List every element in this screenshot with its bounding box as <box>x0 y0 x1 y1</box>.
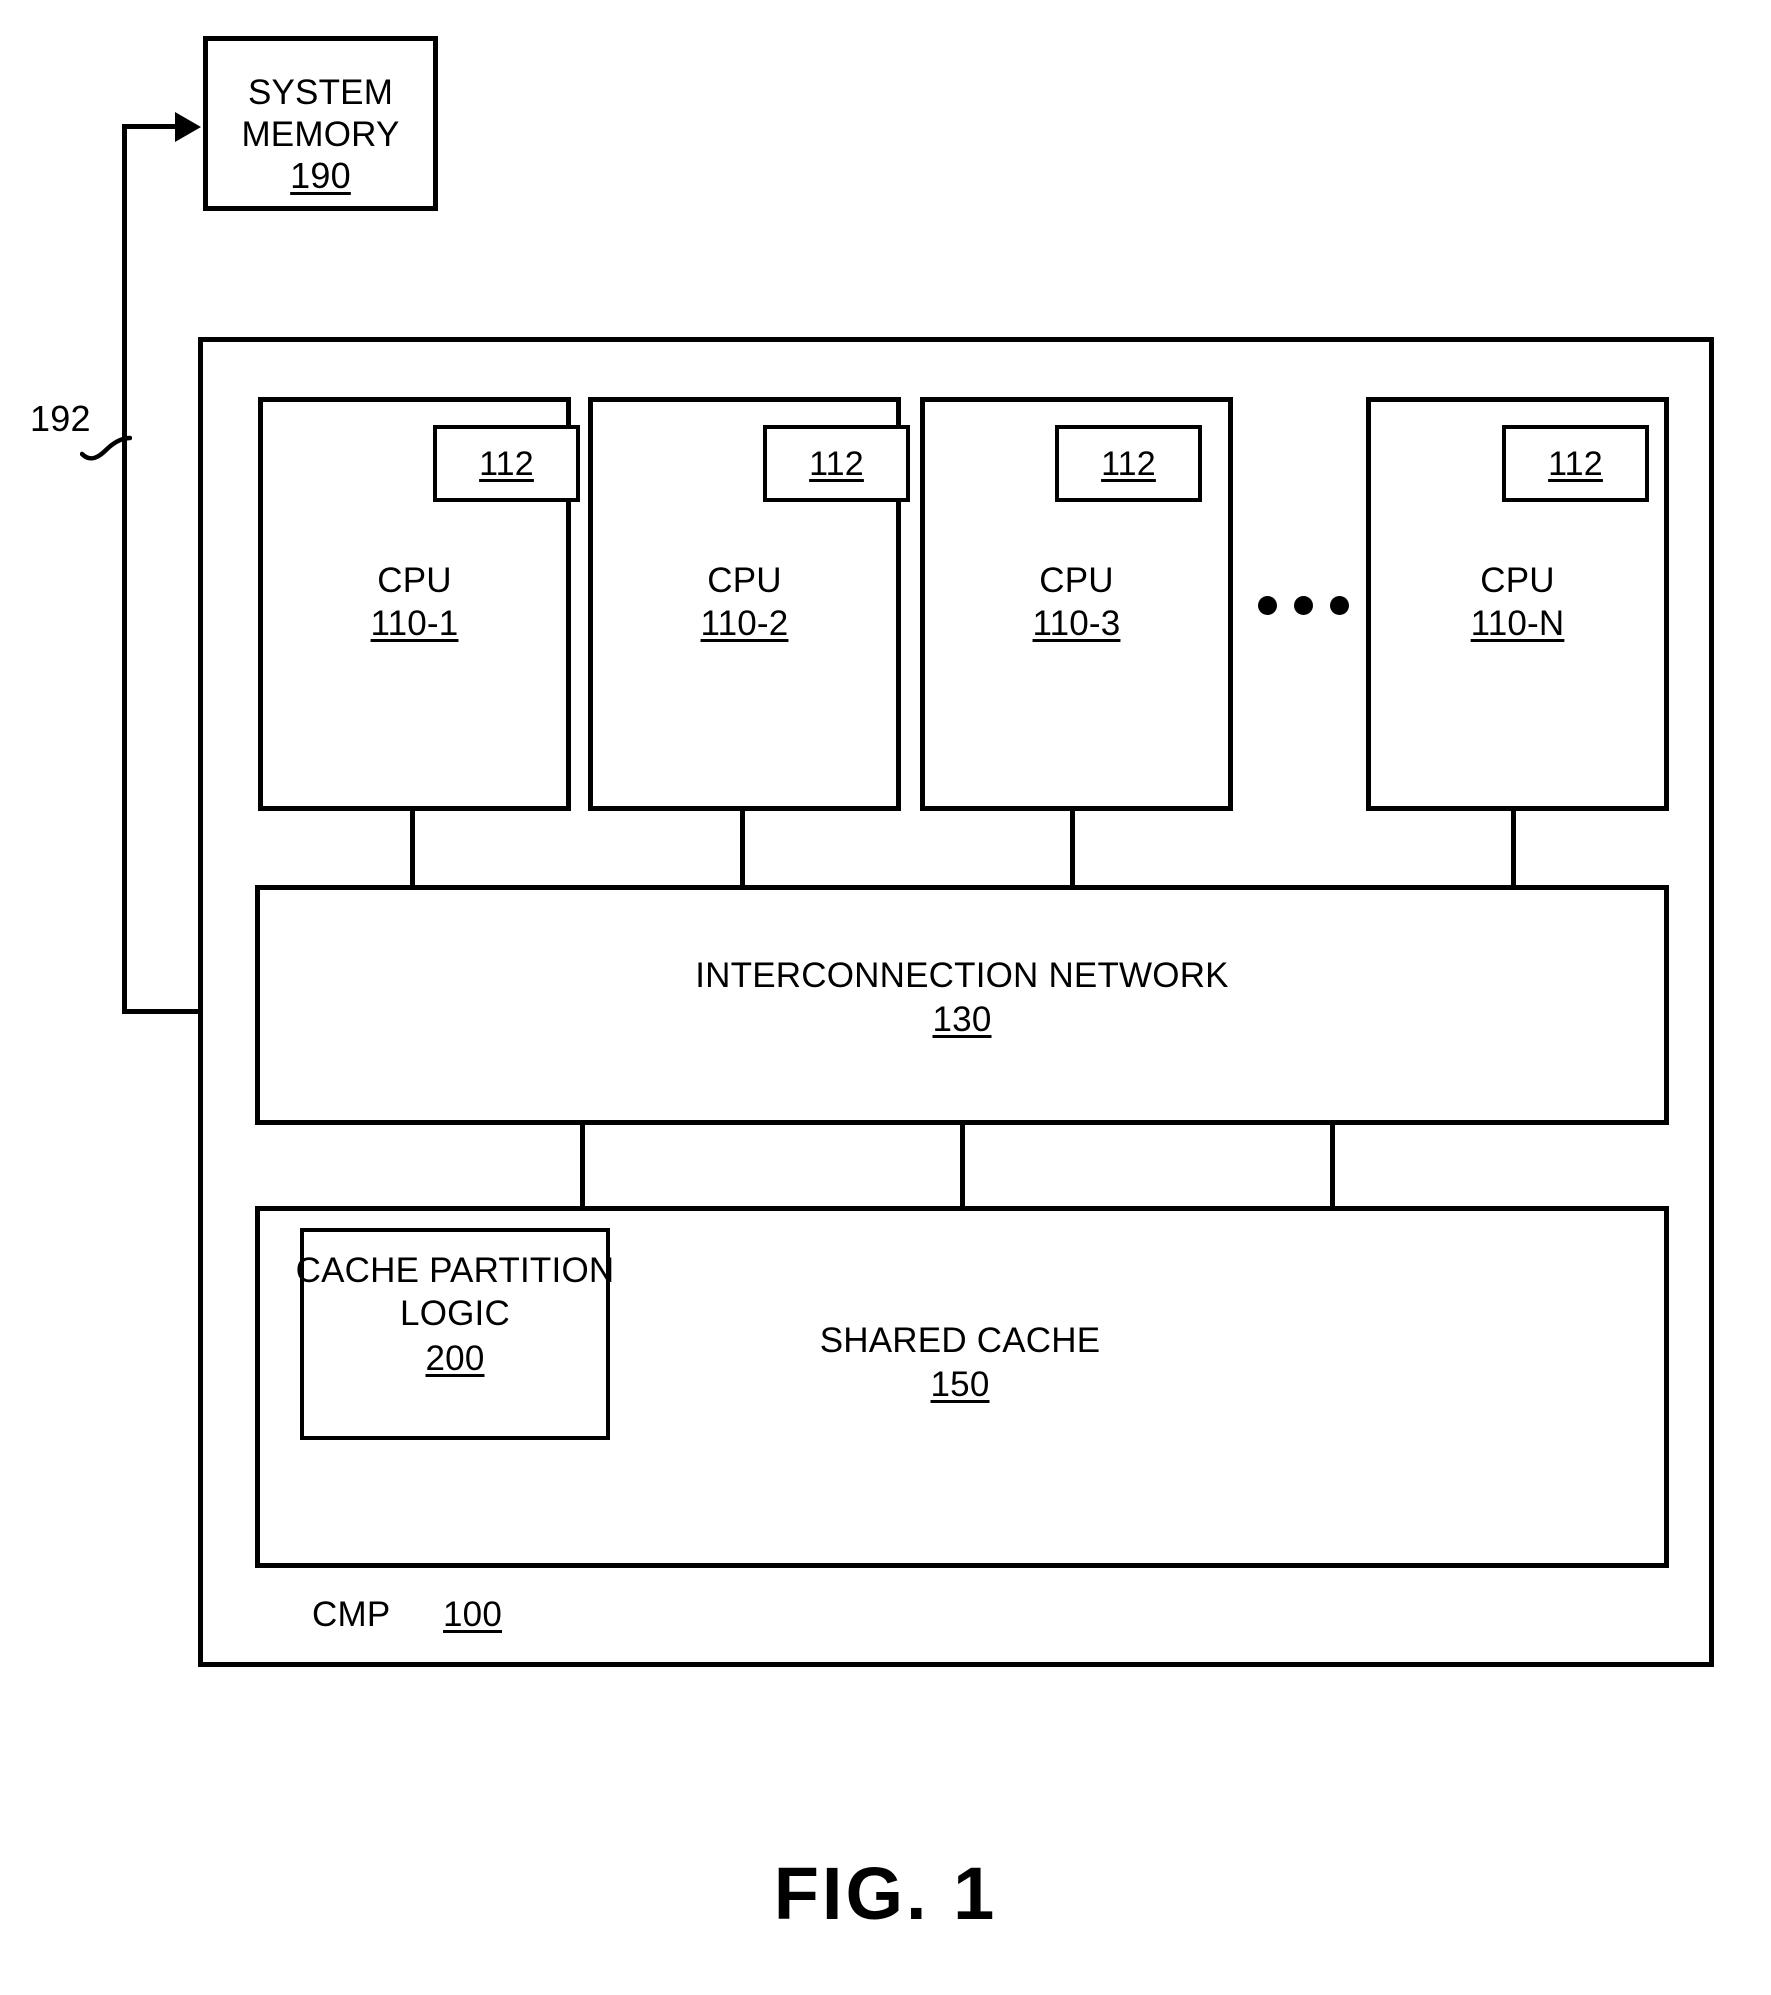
shared-cache-ref: 150 <box>930 1365 990 1404</box>
figure-caption: FIG. 1 <box>773 1852 998 1935</box>
cpu-name-1: CPU <box>377 561 452 600</box>
bus-192-trunk <box>122 124 127 1014</box>
interconnection-network-ref: 130 <box>932 1000 992 1039</box>
system-memory-label-line2: MEMORY <box>241 115 400 154</box>
bus-192-branch-to-memory <box>122 124 178 129</box>
interconnection-network-title: INTERCONNECTION NETWORK <box>695 956 1229 995</box>
cpu-n-to-network-wire <box>1511 808 1516 888</box>
cpu-ref-n: 110-N <box>1470 604 1565 643</box>
system-memory-label-line1: SYSTEM <box>247 73 394 112</box>
cpu-ref-2: 110-2 <box>700 604 789 643</box>
shared-cache-title: SHARED CACHE <box>819 1321 1101 1360</box>
cpu-core-ref-2: 112 <box>809 445 864 483</box>
cpu-name-n: CPU <box>1480 561 1555 600</box>
cpu-name-3: CPU <box>1039 561 1114 600</box>
cache-partition-logic-line1: CACHE PARTITION <box>295 1251 615 1290</box>
network-to-cache-wire-3 <box>1330 1122 1335 1210</box>
cpu-1-to-network-wire <box>410 808 415 888</box>
bus-192-ref: 192 <box>30 398 91 439</box>
cpu-ellipsis-icon <box>1258 596 1349 615</box>
bus-192-arrow-to-memory <box>175 112 201 142</box>
system-memory-ref: 190 <box>290 155 351 196</box>
cpu-core-ref-3: 112 <box>1101 445 1156 483</box>
patent-figure: SYSTEM MEMORY 190 192 CMP 100 112 CPU 11… <box>0 0 1771 1995</box>
network-to-cache-wire-2 <box>960 1122 965 1210</box>
cache-partition-logic-line2: LOGIC <box>400 1294 510 1333</box>
cpu-core-ref-1: 112 <box>479 445 534 483</box>
cpu-3-to-network-wire <box>1070 808 1075 888</box>
network-to-cache-wire-1 <box>580 1122 585 1210</box>
cpu-ref-3: 110-3 <box>1032 604 1121 643</box>
cache-partition-logic-ref: 200 <box>425 1339 485 1378</box>
cmp-label: CMP <box>312 1595 391 1634</box>
cpu-name-2: CPU <box>707 561 782 600</box>
cpu-core-ref-n: 112 <box>1548 445 1603 483</box>
cpu-2-to-network-wire <box>740 808 745 888</box>
cmp-ref: 100 <box>443 1595 502 1634</box>
cpu-ref-1: 110-1 <box>370 604 459 643</box>
